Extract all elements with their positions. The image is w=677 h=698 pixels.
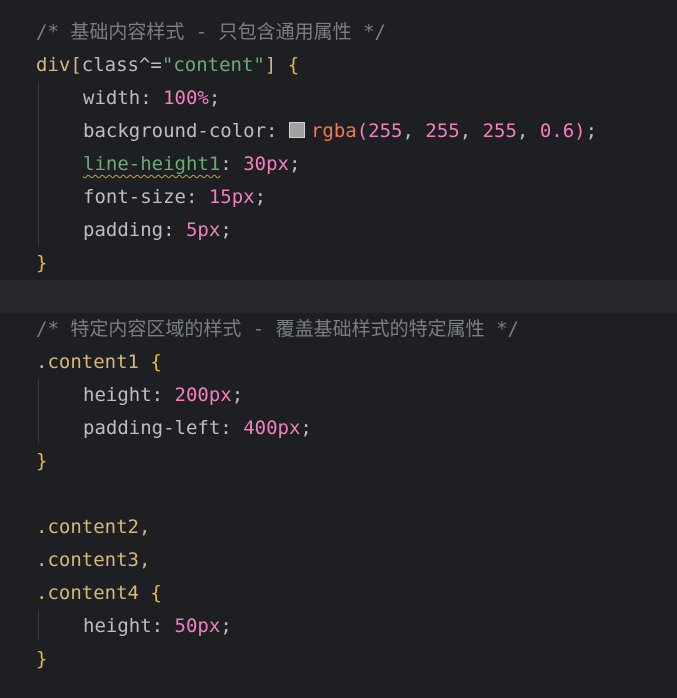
semicolon: ;	[300, 417, 312, 439]
colon: :	[151, 615, 164, 637]
color-swatch-icon[interactable]	[288, 122, 305, 138]
class-selector: .content2,	[36, 516, 151, 538]
code-line[interactable]: .content2,	[0, 511, 677, 544]
close-brace: }	[36, 252, 48, 274]
value: 200px	[174, 384, 232, 406]
semicolon: ;	[220, 219, 232, 241]
code-line[interactable]	[0, 478, 677, 511]
open-brace: {	[287, 54, 300, 76]
declaration: line-height1: 30px;	[83, 148, 300, 181]
value: 30px	[243, 153, 289, 175]
selector-bracket-open: [	[70, 54, 82, 76]
arg: 255	[368, 120, 403, 142]
value: 5px	[185, 219, 221, 241]
comma: ,	[516, 120, 540, 142]
selector-value: "content"	[161, 54, 265, 76]
code-line[interactable]: }	[0, 643, 677, 676]
semicolon: ;	[231, 384, 244, 406]
semicolon: ;	[254, 186, 267, 208]
code-line[interactable]: div[class^="content"] {	[0, 49, 677, 82]
semicolon: ;	[220, 615, 232, 637]
comment: /* 基础内容样式 - 只包含通用属性 */	[36, 21, 386, 43]
colon: :	[151, 384, 164, 406]
code-line[interactable]: /* 基础内容样式 - 只包含通用属性 */	[0, 16, 677, 49]
class-selector: .content4	[36, 582, 139, 604]
property: background-color	[83, 120, 267, 142]
property: width	[83, 87, 141, 109]
declaration: font-size: 15px;	[83, 181, 266, 214]
arg: 255	[425, 120, 460, 142]
colon: :	[185, 186, 198, 208]
unknown-property-warning[interactable]: line-height1	[83, 153, 220, 175]
paren-close: )	[574, 120, 586, 142]
selector-bracket-close: ]	[264, 54, 277, 76]
declaration: padding: 5px;	[83, 214, 232, 247]
semicolon: ;	[585, 120, 598, 142]
paren-open: (	[356, 120, 369, 142]
code-line[interactable]: .content4 {	[0, 577, 677, 610]
class-selector: .content3,	[36, 549, 151, 571]
colon: :	[220, 417, 232, 439]
comma: ,	[459, 120, 483, 142]
property: height	[83, 384, 152, 406]
close-brace: }	[36, 648, 48, 670]
code-line[interactable]: }	[0, 247, 677, 280]
comma: ,	[402, 120, 426, 142]
colon: :	[266, 120, 278, 142]
arg: 255	[482, 120, 517, 142]
declaration: height: 50px;	[83, 610, 232, 643]
property: font-size	[83, 186, 186, 208]
property: padding	[83, 219, 164, 241]
code-line[interactable]: padding: 5px;	[0, 214, 677, 247]
colon: :	[163, 219, 175, 241]
code-line[interactable]: width: 100%;	[0, 82, 677, 115]
code-line[interactable]: }	[0, 445, 677, 478]
declaration: background-color: rgba(255, 255, 255, 0.…	[83, 115, 597, 148]
declaration: padding-left: 400px;	[83, 412, 312, 445]
close-brace: }	[36, 450, 48, 472]
open-brace: {	[150, 582, 162, 604]
selector: .content1 {	[36, 346, 162, 379]
selector-attr: class	[81, 54, 139, 76]
code-line[interactable]: line-height1: 30px;	[0, 148, 677, 181]
open-brace: {	[150, 351, 162, 373]
semicolon: ;	[208, 87, 221, 109]
value: 400px	[243, 417, 301, 439]
selector: .content4 {	[36, 577, 162, 610]
current-line-highlight[interactable]	[0, 280, 677, 313]
colon: :	[140, 87, 152, 109]
code-line[interactable]: background-color: rgba(255, 255, 255, 0.…	[0, 115, 677, 148]
value: 50px	[174, 615, 221, 637]
class-selector: .content1	[36, 351, 139, 373]
code-line[interactable]: padding-left: 400px;	[0, 412, 677, 445]
value: 15px	[208, 186, 255, 208]
comment: /* 特定内容区域的样式 - 覆盖基础样式的特定属性 */	[36, 318, 519, 340]
colon: :	[220, 153, 232, 175]
selector: div[class^="content"] {	[36, 49, 299, 82]
code-editor[interactable]: /* 基础内容样式 - 只包含通用属性 */ div[class^="conte…	[0, 0, 677, 698]
value: 100%	[163, 87, 209, 109]
arg: 0.6	[539, 120, 575, 142]
code-line[interactable]: /* 特定内容区域的样式 - 覆盖基础样式的特定属性 */	[0, 313, 677, 346]
selector-operator: ^=	[138, 54, 162, 76]
property: height	[83, 615, 152, 637]
function-name: rgba	[310, 120, 357, 142]
declaration: width: 100%;	[83, 82, 220, 115]
code-line[interactable]: height: 200px;	[0, 379, 677, 412]
semicolon: ;	[288, 153, 301, 175]
selector-tag: div	[36, 54, 71, 76]
declaration: height: 200px;	[83, 379, 243, 412]
code-line[interactable]: .content1 {	[0, 346, 677, 379]
code-line[interactable]: .content3,	[0, 544, 677, 577]
property: padding-left	[83, 417, 221, 439]
code-line[interactable]: height: 50px;	[0, 610, 677, 643]
code-line[interactable]: font-size: 15px;	[0, 181, 677, 214]
